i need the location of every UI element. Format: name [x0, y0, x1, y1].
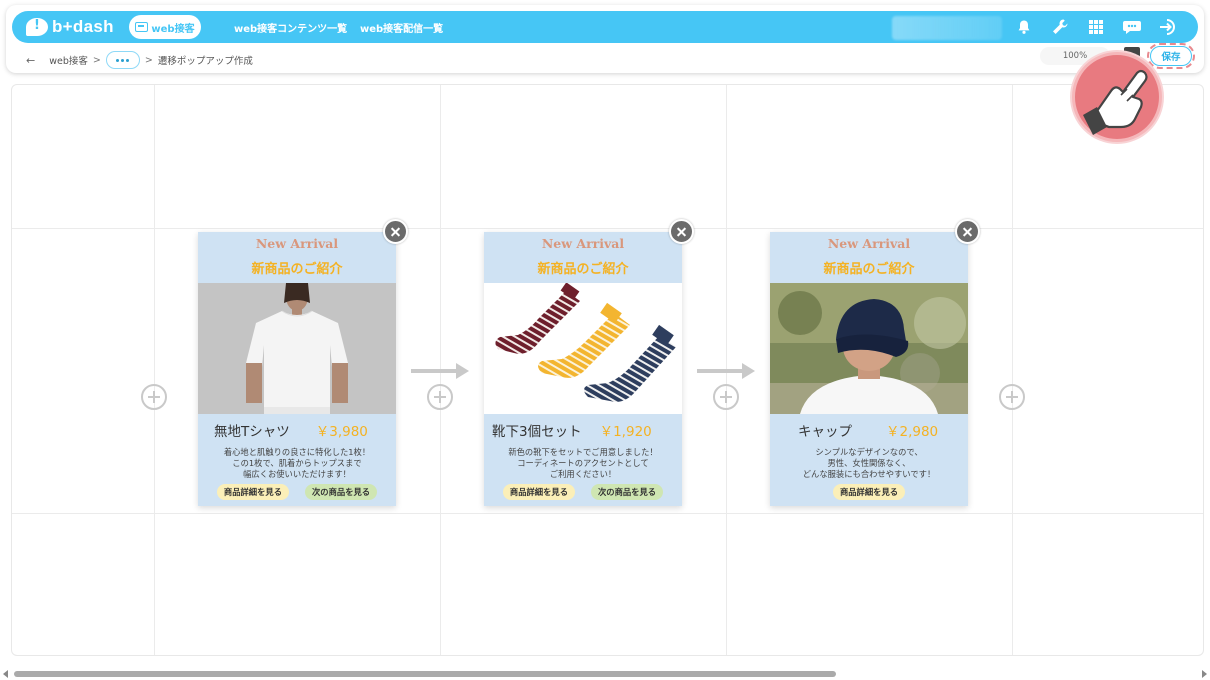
- card-buttons: 商品詳細を見る 次の商品を見る: [484, 484, 682, 500]
- white-tshirt-photo: [198, 283, 396, 414]
- breadcrumb: ← web接客 > > 遷移ポップアップ作成: [26, 49, 253, 71]
- chat-icon[interactable]: [1122, 17, 1142, 37]
- card-info-row: キャップ ￥2,980: [770, 421, 968, 440]
- nav-active-label: web接客: [151, 23, 195, 35]
- nav-content-list[interactable]: web接客コンテンツ一覧: [234, 20, 347, 35]
- tap-hand-icon: [1072, 52, 1162, 142]
- add-step-button[interactable]: [713, 384, 739, 410]
- product-price: ￥2,980: [886, 424, 939, 440]
- card-header-jp: 新商品のご紹介: [537, 262, 629, 277]
- logout-icon[interactable]: [1158, 17, 1178, 37]
- screen-icon: [135, 22, 149, 32]
- wrench-icon[interactable]: [1050, 17, 1070, 37]
- next-button[interactable]: 次の商品を見る: [591, 484, 664, 500]
- grid-line: [12, 228, 1203, 229]
- card-header-en: New Arrival: [255, 236, 339, 251]
- grid-line: [1012, 85, 1013, 655]
- grid-line: [154, 85, 155, 655]
- breadcrumb-current: 遷移ポップアップ作成: [157, 56, 253, 67]
- bell-icon[interactable]: [1014, 17, 1034, 37]
- scroll-left-icon[interactable]: [3, 670, 8, 678]
- card-header-en: New Arrival: [827, 236, 911, 251]
- close-icon[interactable]: [383, 219, 408, 244]
- card-buttons: 商品詳細を見る: [770, 484, 968, 500]
- add-step-button[interactable]: [141, 384, 167, 410]
- flow-arrow-icon: [411, 363, 469, 379]
- scroll-right-icon[interactable]: [1202, 670, 1207, 678]
- detail-button[interactable]: 商品詳細を見る: [502, 484, 575, 500]
- logo-text: b+dash: [52, 17, 114, 36]
- product-name: 靴下3個セット: [492, 424, 582, 440]
- popup-card-3[interactable]: New Arrival 新商品のご紹介 キャップ ￥2,980 シンプルなデザイ…: [770, 232, 968, 506]
- card-header-en: New Arrival: [541, 236, 625, 251]
- top-icons: [1014, 15, 1178, 39]
- scrollbar-thumb[interactable]: [14, 671, 836, 677]
- flow-arrow-icon: [697, 363, 755, 379]
- navy-cap-photo: [770, 283, 968, 414]
- striped-socks-photo: [484, 283, 682, 414]
- app-logo[interactable]: b+dash: [26, 15, 114, 39]
- product-name: キャップ: [798, 424, 852, 440]
- grid-line: [12, 513, 1203, 514]
- next-button[interactable]: 次の商品を見る: [305, 484, 378, 500]
- card-buttons: 商品詳細を見る 次の商品を見る: [198, 484, 396, 500]
- top-nav-bar: b+dash web接客 web接客コンテンツ一覧 web接客配信一覧: [12, 11, 1198, 43]
- breadcrumb-sep: >: [92, 54, 101, 66]
- product-name: 無地Tシャツ: [214, 424, 290, 440]
- popup-card-2[interactable]: New Arrival 新商品のご紹介 靴下3個セット ￥1,920 新色の靴下…: [484, 232, 682, 506]
- user-account-blurred[interactable]: [892, 16, 1002, 40]
- popup-card-1[interactable]: New Arrival 新商品のご紹介 無地Tシャツ ￥3,980 着心地と肌触…: [198, 232, 396, 506]
- breadcrumb-root[interactable]: web接客: [49, 53, 88, 67]
- product-description: 新色の靴下をセットでご用意しました！ コーディネートのアクセントとして ご利用く…: [508, 447, 658, 479]
- nav-web-service-active[interactable]: web接客: [129, 15, 201, 39]
- back-arrow-icon[interactable]: ←: [26, 54, 35, 67]
- logo-bubble-icon: [26, 18, 48, 36]
- add-step-button[interactable]: [427, 384, 453, 410]
- product-price: ￥1,920: [599, 424, 652, 440]
- product-description: 着心地と肌触りの良さに特化した1枚！ この1枚で、肌着からトップスまで 幅広くお…: [223, 447, 371, 479]
- nav-delivery-list[interactable]: web接客配信一覧: [360, 20, 443, 35]
- close-icon[interactable]: [669, 219, 694, 244]
- detail-button[interactable]: 商品詳細を見る: [832, 484, 906, 500]
- card-header-jp: 新商品のご紹介: [823, 262, 915, 277]
- add-step-button[interactable]: [999, 384, 1025, 410]
- card-header-jp: 新商品のご紹介: [251, 262, 343, 277]
- header: b+dash web接客 web接客コンテンツ一覧 web接客配信一覧: [6, 5, 1204, 73]
- detail-button[interactable]: 商品詳細を見る: [216, 484, 289, 500]
- card-info-row: 靴下3個セット ￥1,920: [484, 421, 682, 440]
- product-description: シンプルなデザインなので、 男性、女性関係なく、 どんな服装にも合わせやすいです…: [802, 447, 936, 479]
- close-icon[interactable]: [955, 219, 980, 244]
- grid-icon[interactable]: [1086, 17, 1106, 37]
- product-price: ￥3,980: [315, 424, 368, 440]
- card-info-row: 無地Tシャツ ￥3,980: [198, 421, 396, 440]
- breadcrumb-sep: >: [144, 54, 153, 66]
- breadcrumb-more-button[interactable]: [105, 51, 140, 69]
